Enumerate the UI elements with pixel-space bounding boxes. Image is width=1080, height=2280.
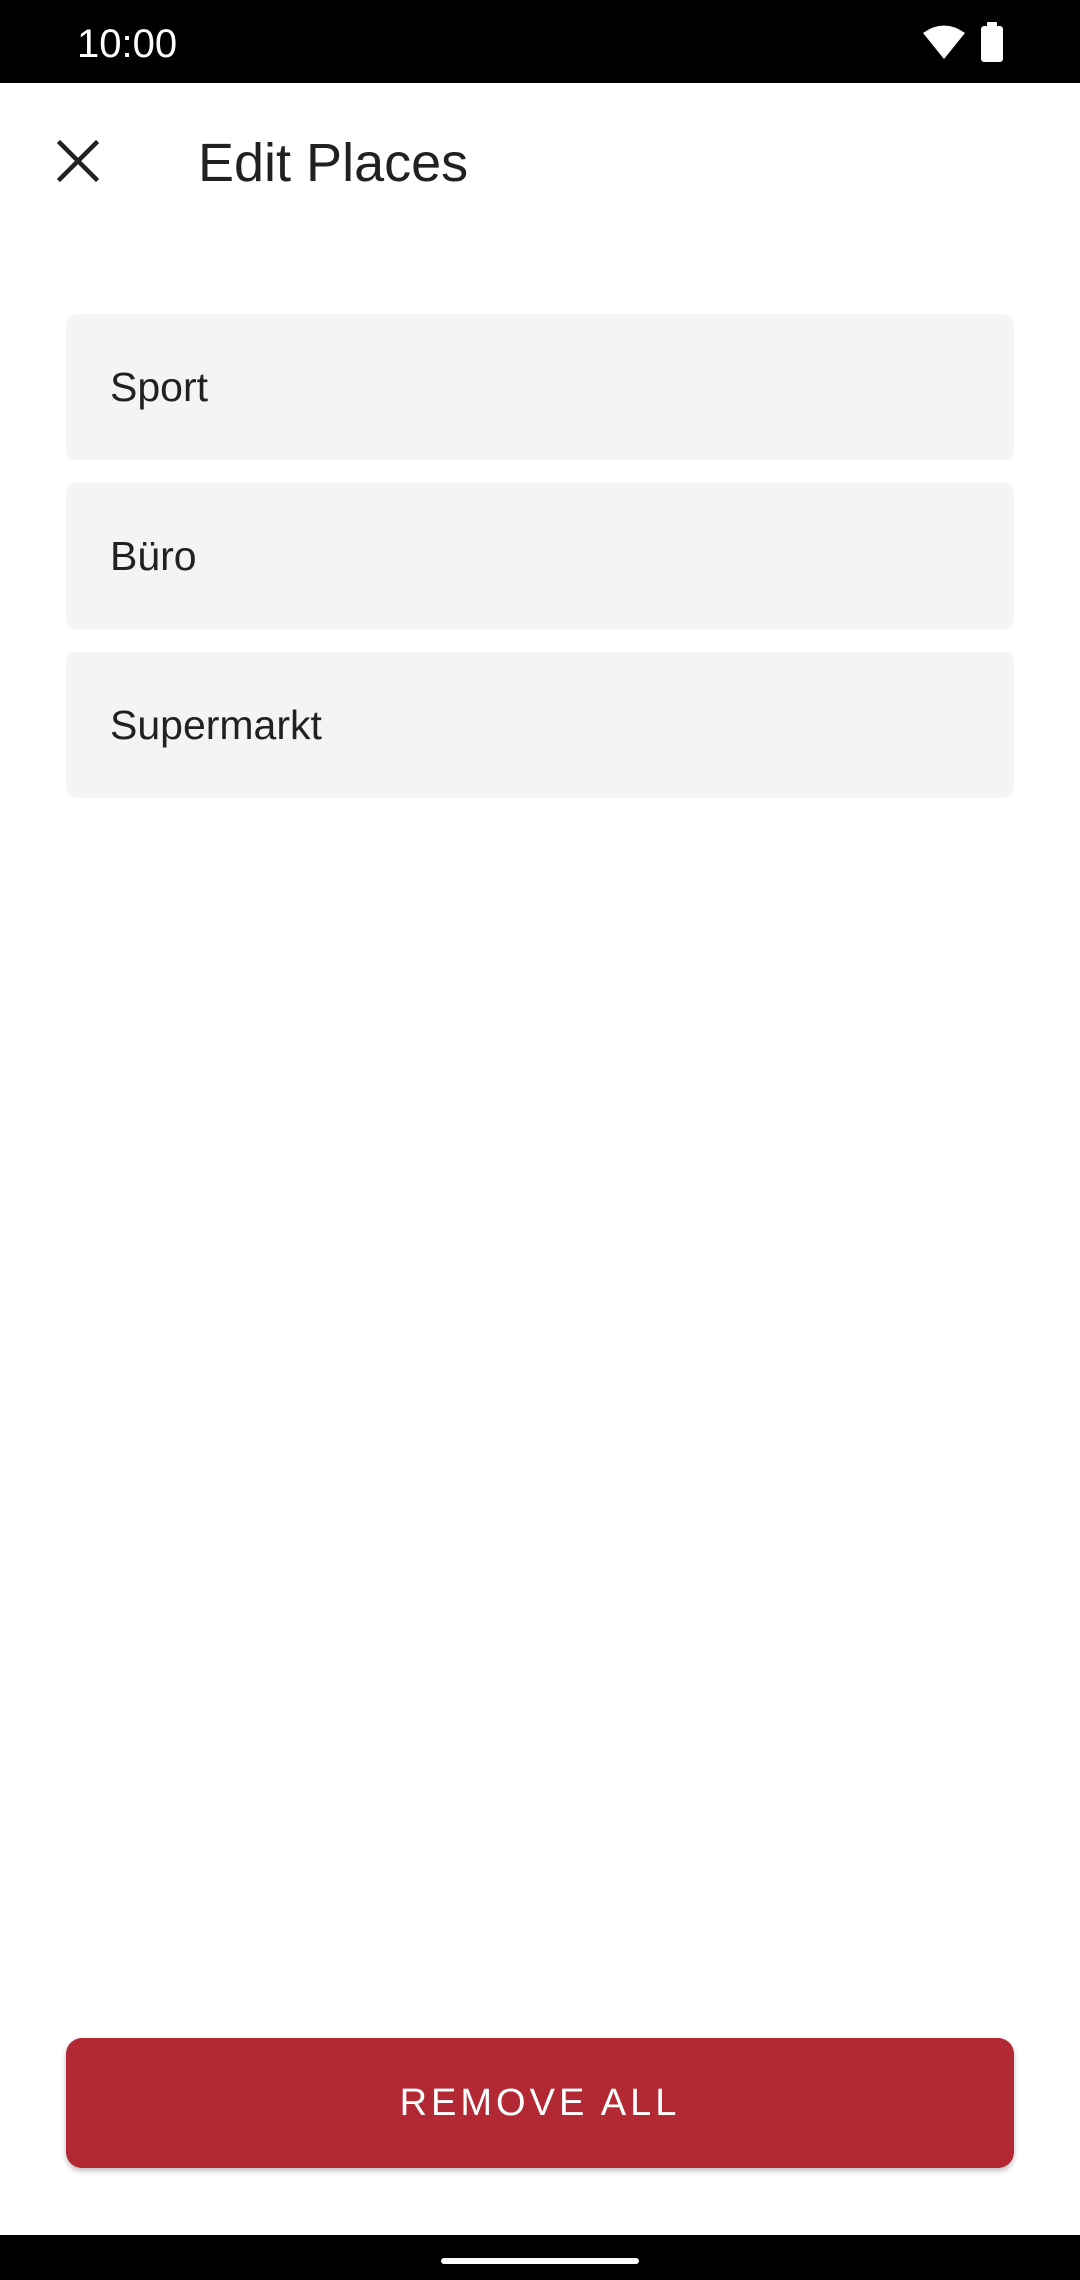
wifi-icon	[923, 25, 965, 59]
close-button[interactable]	[36, 119, 120, 203]
remove-all-button[interactable]: REMOVE ALL	[66, 2038, 1014, 2168]
place-item-sport[interactable]: Sport	[66, 314, 1014, 460]
battery-icon	[981, 22, 1003, 62]
place-list: Sport Büro Supermarkt	[66, 314, 1014, 821]
app-bar: Edit Places	[0, 83, 1080, 243]
place-item-supermarkt[interactable]: Supermarkt	[66, 652, 1014, 798]
navigation-bar	[0, 2235, 1080, 2280]
status-time: 10:00	[77, 22, 178, 66]
home-indicator[interactable]	[441, 2258, 639, 2264]
close-icon	[56, 139, 100, 183]
place-item-buero[interactable]: Büro	[66, 483, 1014, 629]
status-bar: 10:00	[0, 0, 1080, 83]
page-title: Edit Places	[198, 133, 469, 193]
